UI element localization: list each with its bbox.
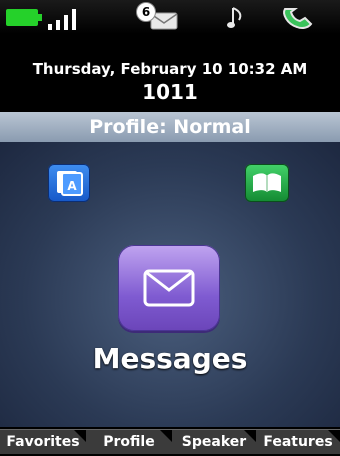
softkey-profile[interactable]: Profile xyxy=(86,429,172,454)
book-app-icon[interactable] xyxy=(245,164,289,202)
ringtone-note-icon xyxy=(227,7,242,28)
softkey-speaker[interactable]: Speaker xyxy=(172,429,256,454)
messages-app-icon[interactable] xyxy=(118,245,220,331)
status-bar: 6 xyxy=(0,0,340,34)
profile-bar: Profile: Normal xyxy=(0,112,340,142)
directory-app-icon[interactable]: A xyxy=(48,164,90,202)
date-time: Thursday, February 10 10:32 AM xyxy=(32,60,308,78)
message-count-badge: 6 xyxy=(136,2,156,22)
softkey-features[interactable]: Features xyxy=(256,429,340,454)
battery-icon xyxy=(6,9,42,26)
focused-app-label: Messages xyxy=(92,342,248,375)
softkey-favorites[interactable]: Favorites xyxy=(0,429,86,454)
signal-icon xyxy=(48,9,76,30)
extension-number: 1011 xyxy=(142,80,198,104)
home-screen: A Messages xyxy=(0,142,340,427)
softkey-bar: Favorites Profile Speaker Features xyxy=(0,427,340,456)
svg-text:A: A xyxy=(67,179,77,193)
handset-icon xyxy=(283,8,313,29)
